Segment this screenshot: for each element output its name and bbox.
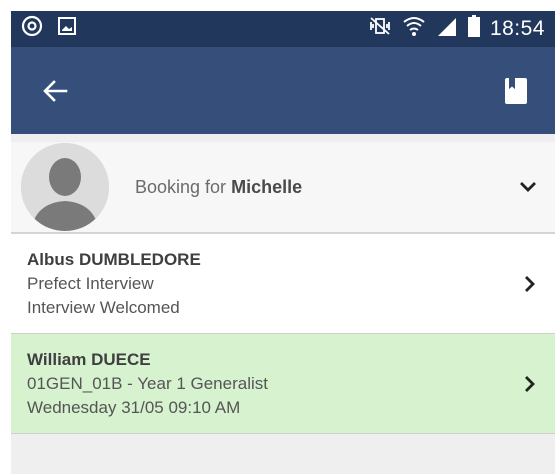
chevron-down-icon	[520, 182, 536, 192]
mute-vibrate-icon	[368, 16, 392, 42]
list-item-line2: Interview Welcomed	[27, 297, 180, 317]
list-item-name: Albus DUMBLEDORE	[27, 249, 201, 269]
list-item-name: William DUECE	[27, 349, 151, 369]
wifi-icon	[402, 15, 426, 43]
status-time: 18:54	[489, 17, 545, 40]
user-silhouette-icon	[21, 143, 109, 231]
arrow-left-icon	[43, 79, 68, 102]
list-item-line2: Wednesday 31/05 09:10 AM	[27, 397, 241, 417]
bookmark-button[interactable]	[503, 76, 529, 106]
signal-icon	[436, 16, 458, 42]
battery-icon	[467, 15, 480, 43]
booking-for-label: Booking for Michelle	[135, 177, 302, 198]
list-item-line1: 01GEN_01B - Year 1 Generalist	[27, 373, 268, 393]
image-icon	[57, 16, 77, 42]
list-item[interactable]: William DUECE 01GEN_01B - Year 1 General…	[11, 334, 555, 434]
booking-for-selector[interactable]: Booking for Michelle	[11, 142, 555, 234]
list-item-line1: Prefect Interview	[27, 273, 154, 293]
back-button[interactable]	[41, 77, 69, 105]
alarm-icon	[21, 15, 43, 43]
bookmark-icon	[505, 77, 527, 104]
list-item[interactable]: Albus DUMBLEDORE Prefect Interview Inter…	[11, 234, 555, 334]
avatar	[21, 143, 109, 231]
app-bar	[11, 47, 555, 134]
chevron-right-icon	[521, 373, 539, 395]
status-bar: 18:54	[11, 11, 555, 47]
expand-button[interactable]	[517, 176, 539, 198]
booking-name: Michelle	[231, 176, 303, 197]
chevron-right-icon	[521, 273, 539, 295]
phone-screen: 18:54 Booking for Michelle Albus DUMBLED…	[11, 11, 555, 474]
booking-prefix: Booking for	[135, 176, 227, 197]
